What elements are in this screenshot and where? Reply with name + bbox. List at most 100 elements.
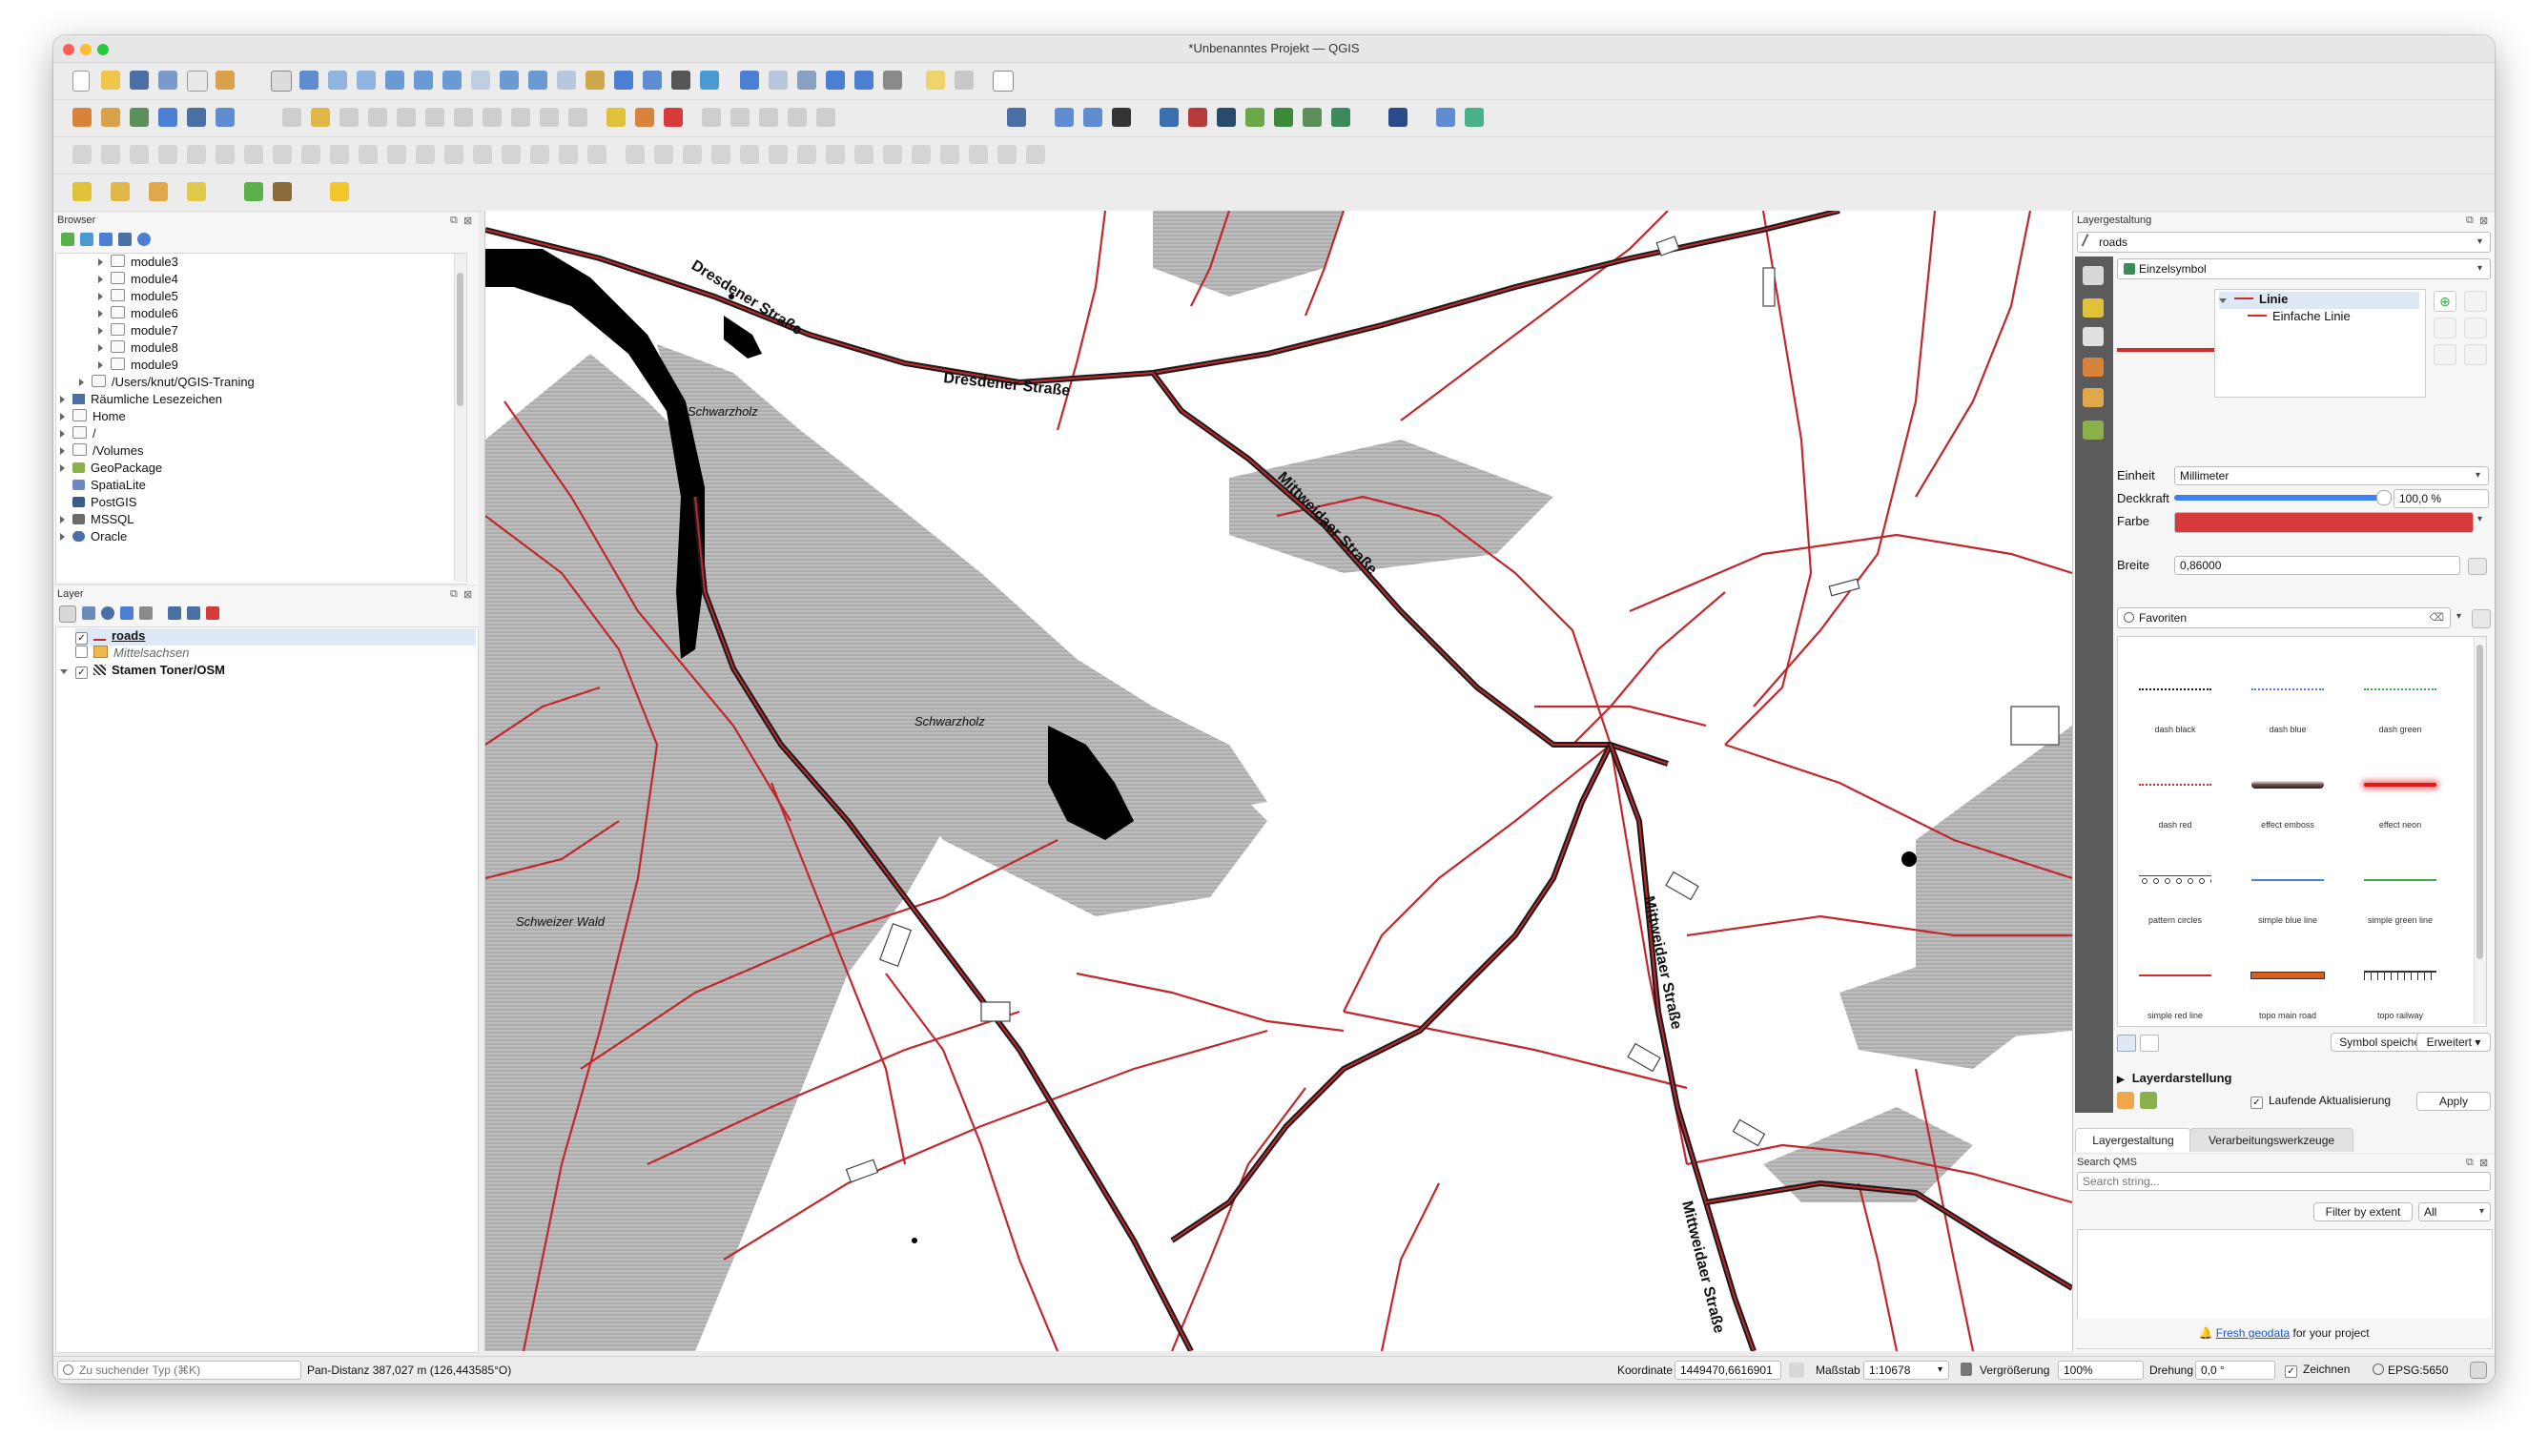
lock-scale-icon[interactable] [1961,1363,1972,1376]
split-feature-icon[interactable] [359,145,378,164]
layer-stack-icon[interactable] [1245,108,1264,127]
field-calculator-icon[interactable] [797,71,816,90]
coordinate-field[interactable]: 1449470,6616901 [1675,1361,1781,1380]
zoom-out-icon[interactable] [357,71,376,90]
qms-filter-dropdown[interactable]: All ▾ [2418,1202,2491,1221]
browser-item-module4[interactable]: module4 [98,272,178,289]
undo-icon[interactable] [540,108,559,127]
web-globe-icon[interactable] [1217,108,1236,127]
pin-label-icon[interactable] [702,108,721,127]
symbol-item[interactable]: effect emboss [2240,742,2335,833]
scroll-thumb[interactable] [2476,645,2483,959]
attribute-table-icon[interactable] [769,71,788,90]
render-toggle[interactable]: ✓ Zeichnen [2285,1363,2350,1378]
filter-by-extent-button[interactable]: Filter by extent [2313,1202,2413,1221]
snap-intersection-icon[interactable] [797,145,816,164]
rotation-spinbox[interactable]: 0,0 ° [2195,1361,2275,1380]
locator-search-input[interactable] [57,1361,301,1380]
close-panel-icon[interactable]: ⊠ [463,215,472,227]
browser-item-spatialite[interactable]: SpatiaLite [60,478,146,495]
text-annotation-icon[interactable] [993,71,1014,92]
temporal-controller-icon[interactable] [586,71,605,90]
add-ring-icon[interactable] [158,145,177,164]
symbol-item[interactable]: simple blue line [2240,837,2335,929]
new-project-icon[interactable] [72,71,90,92]
qms-search-input[interactable] [2077,1172,2491,1191]
map-canvas[interactable]: Dresdener Straße Dresdener Straße Mittwe… [484,211,2073,1351]
identify-icon[interactable] [740,71,759,90]
list-view-toggle[interactable] [2140,1035,2159,1052]
live-update-checkbox[interactable]: ✓ [2250,1097,2263,1109]
color-button[interactable] [2174,512,2474,533]
symbol-item[interactable]: topo main road [2240,933,2335,1024]
browser-item-module7[interactable]: module7 [98,323,178,340]
symbol-item[interactable]: dash blue [2240,646,2335,738]
data-source-manager-icon[interactable] [72,108,92,127]
browser-item-module9[interactable]: module9 [98,358,178,375]
plugin-manager-icon[interactable] [1436,108,1455,127]
tab-layer-styling[interactable]: Layergestaltung [2075,1128,2191,1152]
redo-style-icon[interactable] [2140,1092,2157,1109]
open-project-icon[interactable] [101,71,120,90]
delete-ring-icon[interactable] [244,145,263,164]
snapping-icon[interactable] [626,145,645,164]
browser-item-bookmarks[interactable]: Räumliche Lesezeichen [60,392,222,409]
fresh-geodata-link[interactable]: Fresh geodata [2216,1326,2290,1340]
rotate-symbol-icon[interactable] [473,145,492,164]
symbol-tree-root[interactable]: Linie [2219,292,2419,309]
browser-item-oracle[interactable]: Oracle [60,529,127,546]
browser-item-root[interactable]: / [60,426,96,443]
change-label-icon[interactable] [816,108,835,127]
browser-item-qgis-traning[interactable]: /Users/knut/QGIS-Traning [79,375,255,392]
symbol-item[interactable]: topo railway [2353,933,2448,1024]
expression-filter-icon[interactable] [139,606,153,620]
browser-item-postgis[interactable]: PostGIS [60,495,136,512]
reverse-line-icon[interactable] [559,145,578,164]
topology-icon[interactable] [883,145,902,164]
symbol-item[interactable]: simple green line [2353,837,2448,929]
opacity-slider-handle[interactable] [2376,490,2392,505]
layer-visibility-checkbox[interactable]: ✓ [75,666,88,679]
rotate-feature-icon[interactable] [101,145,120,164]
refresh-icon[interactable] [700,71,719,90]
close-panel-icon[interactable]: ⊠ [2479,1157,2488,1169]
live-update-toggle[interactable]: ✓ Laufende Aktualisierung [2250,1094,2391,1109]
snap-area-icon[interactable] [711,145,730,164]
digitize-icon[interactable] [158,108,177,127]
fill-ring-icon[interactable] [216,145,235,164]
symbol-grid-scrollbar[interactable] [2474,637,2486,1024]
lock-icon[interactable] [2464,344,2487,365]
add-group-icon[interactable] [82,606,95,620]
data-defined-override-icon[interactable] [2468,558,2487,575]
browser-item-mssql[interactable]: MSSQL [60,512,134,529]
move-down-icon[interactable] [2464,318,2487,338]
globe-zoom-icon[interactable] [1055,108,1074,127]
split-parts-icon[interactable] [387,145,406,164]
symbology-brush-icon[interactable] [2083,266,2104,285]
float-panel-icon[interactable]: ⧉ [2466,1157,2474,1169]
python-icon[interactable] [1160,108,1179,127]
close-panel-icon[interactable]: ⊠ [463,588,472,601]
width-spinbox[interactable]: 0,86000 [2174,556,2460,575]
deselect-icon[interactable] [149,182,168,201]
zoom-next-icon[interactable] [528,71,547,90]
settings-gear-icon[interactable] [826,71,845,90]
layer-visibility-checkbox[interactable]: ✓ [75,632,88,645]
unit-dropdown[interactable]: Millimeter ▾ [2174,466,2489,485]
messages-icon[interactable] [2470,1362,2487,1379]
map-swipe-icon[interactable] [1112,108,1131,127]
eye-visibility-icon[interactable] [101,606,114,620]
browser-item-module6[interactable]: module6 [98,306,178,323]
clear-icon[interactable]: ⌫ [2429,608,2444,627]
float-panel-icon[interactable]: ⧉ [450,588,458,601]
renderer-dropdown[interactable]: Einzelsymbol ▾ [2117,258,2491,279]
save-edits-icon[interactable] [339,108,359,127]
snap-vertex-icon[interactable] [654,145,673,164]
zoom-last-icon[interactable] [500,71,519,90]
qms-plugin-icon[interactable] [330,182,349,201]
zoom-full-icon[interactable] [385,71,404,90]
measure-icon[interactable] [883,71,902,90]
style-brush-icon[interactable] [59,605,76,623]
diagram-icon[interactable] [635,108,654,127]
close-panel-icon[interactable]: ⊠ [2479,215,2488,227]
